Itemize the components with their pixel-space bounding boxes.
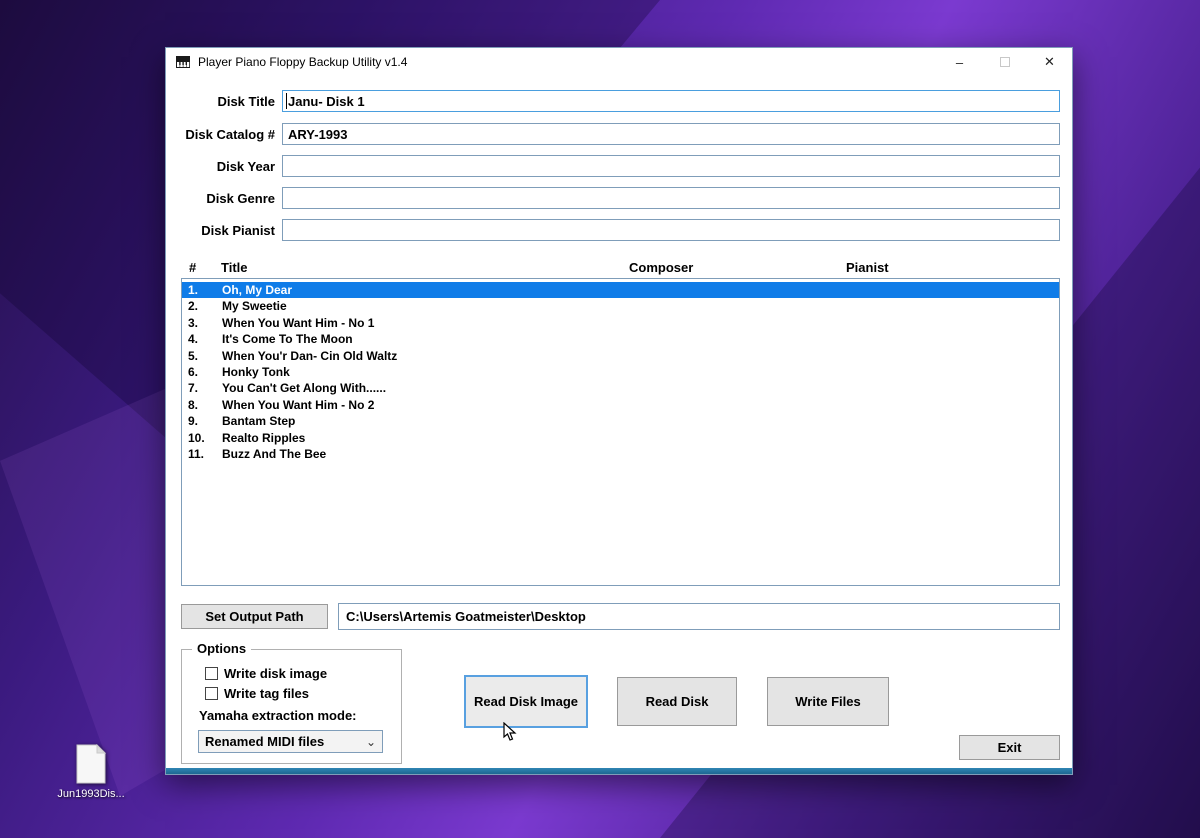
track-listbox[interactable]: 1.Oh, My Dear 2.My Sweetie 3.When You Wa… — [181, 278, 1060, 586]
track-row[interactable]: 6.Honky Tonk — [182, 364, 1059, 380]
disk-genre-input[interactable] — [282, 187, 1060, 209]
extraction-mode-value: Renamed MIDI files — [205, 734, 324, 749]
track-row[interactable]: 1.Oh, My Dear — [182, 282, 1059, 298]
track-row[interactable]: 2.My Sweetie — [182, 298, 1059, 314]
close-button[interactable]: ✕ — [1027, 48, 1072, 76]
read-disk-image-button[interactable]: Read Disk Image — [464, 675, 588, 728]
write-tag-files-label: Write tag files — [224, 686, 309, 701]
title-bar[interactable]: Player Piano Floppy Backup Utility v1.4 … — [166, 48, 1072, 76]
header-pianist: Pianist — [846, 260, 889, 275]
disk-title-label: Disk Title — [166, 94, 275, 109]
track-row[interactable]: 10.Realto Ripples — [182, 430, 1059, 446]
track-row[interactable]: 3.When You Want Him - No 1 — [182, 315, 1059, 331]
desktop-icon-jun1993disk[interactable]: Jun1993Dis... — [36, 744, 146, 800]
options-group-label: Options — [192, 641, 251, 656]
extraction-mode-dropdown[interactable]: Renamed MIDI files ⌄ — [198, 730, 383, 753]
header-title: Title — [221, 260, 248, 275]
yamaha-extraction-mode-label: Yamaha extraction mode: — [199, 708, 357, 723]
track-row[interactable]: 5.When You'r Dan- Cin Old Waltz — [182, 348, 1059, 364]
track-row[interactable]: 8.When You Want Him - No 2 — [182, 397, 1059, 413]
write-tag-files-checkbox[interactable] — [205, 687, 218, 700]
window-title: Player Piano Floppy Backup Utility v1.4 — [198, 55, 407, 69]
window-bottom-edge — [166, 768, 1072, 774]
write-disk-image-checkbox[interactable] — [205, 667, 218, 680]
write-files-button[interactable]: Write Files — [767, 677, 889, 726]
header-composer: Composer — [629, 260, 693, 275]
disk-title-input[interactable] — [282, 90, 1060, 112]
track-row[interactable]: 11.Buzz And The Bee — [182, 446, 1059, 462]
disk-genre-label: Disk Genre — [166, 191, 275, 206]
maximize-icon — [1000, 57, 1010, 67]
text-caret — [286, 93, 287, 109]
app-window: Player Piano Floppy Backup Utility v1.4 … — [165, 47, 1073, 775]
desktop-icon-label: Jun1993Dis... — [36, 788, 146, 800]
output-path-field[interactable]: C:\Users\Artemis Goatmeister\Desktop — [338, 603, 1060, 630]
write-disk-image-option[interactable]: Write disk image — [205, 666, 327, 681]
write-tag-files-option[interactable]: Write tag files — [205, 686, 309, 701]
options-group: Options Write disk image Write tag files… — [181, 649, 402, 764]
document-icon — [75, 744, 107, 784]
disk-catalog-label: Disk Catalog # — [166, 127, 275, 142]
write-disk-image-label: Write disk image — [224, 666, 327, 681]
track-row[interactable]: 9.Bantam Step — [182, 413, 1059, 429]
app-icon — [175, 54, 191, 70]
disk-pianist-input[interactable] — [282, 219, 1060, 241]
minimize-button[interactable]: – — [937, 48, 982, 76]
disk-year-input[interactable] — [282, 155, 1060, 177]
read-disk-button[interactable]: Read Disk — [617, 677, 737, 726]
chevron-down-icon: ⌄ — [366, 735, 376, 749]
maximize-button[interactable] — [982, 48, 1027, 76]
disk-catalog-input[interactable] — [282, 123, 1060, 145]
track-row[interactable]: 4.It's Come To The Moon — [182, 331, 1059, 347]
disk-pianist-label: Disk Pianist — [166, 223, 275, 238]
track-row[interactable]: 7.You Can't Get Along With...... — [182, 380, 1059, 396]
disk-year-label: Disk Year — [166, 159, 275, 174]
set-output-path-button[interactable]: Set Output Path — [181, 604, 328, 629]
exit-button[interactable]: Exit — [959, 735, 1060, 760]
header-num: # — [189, 260, 196, 275]
